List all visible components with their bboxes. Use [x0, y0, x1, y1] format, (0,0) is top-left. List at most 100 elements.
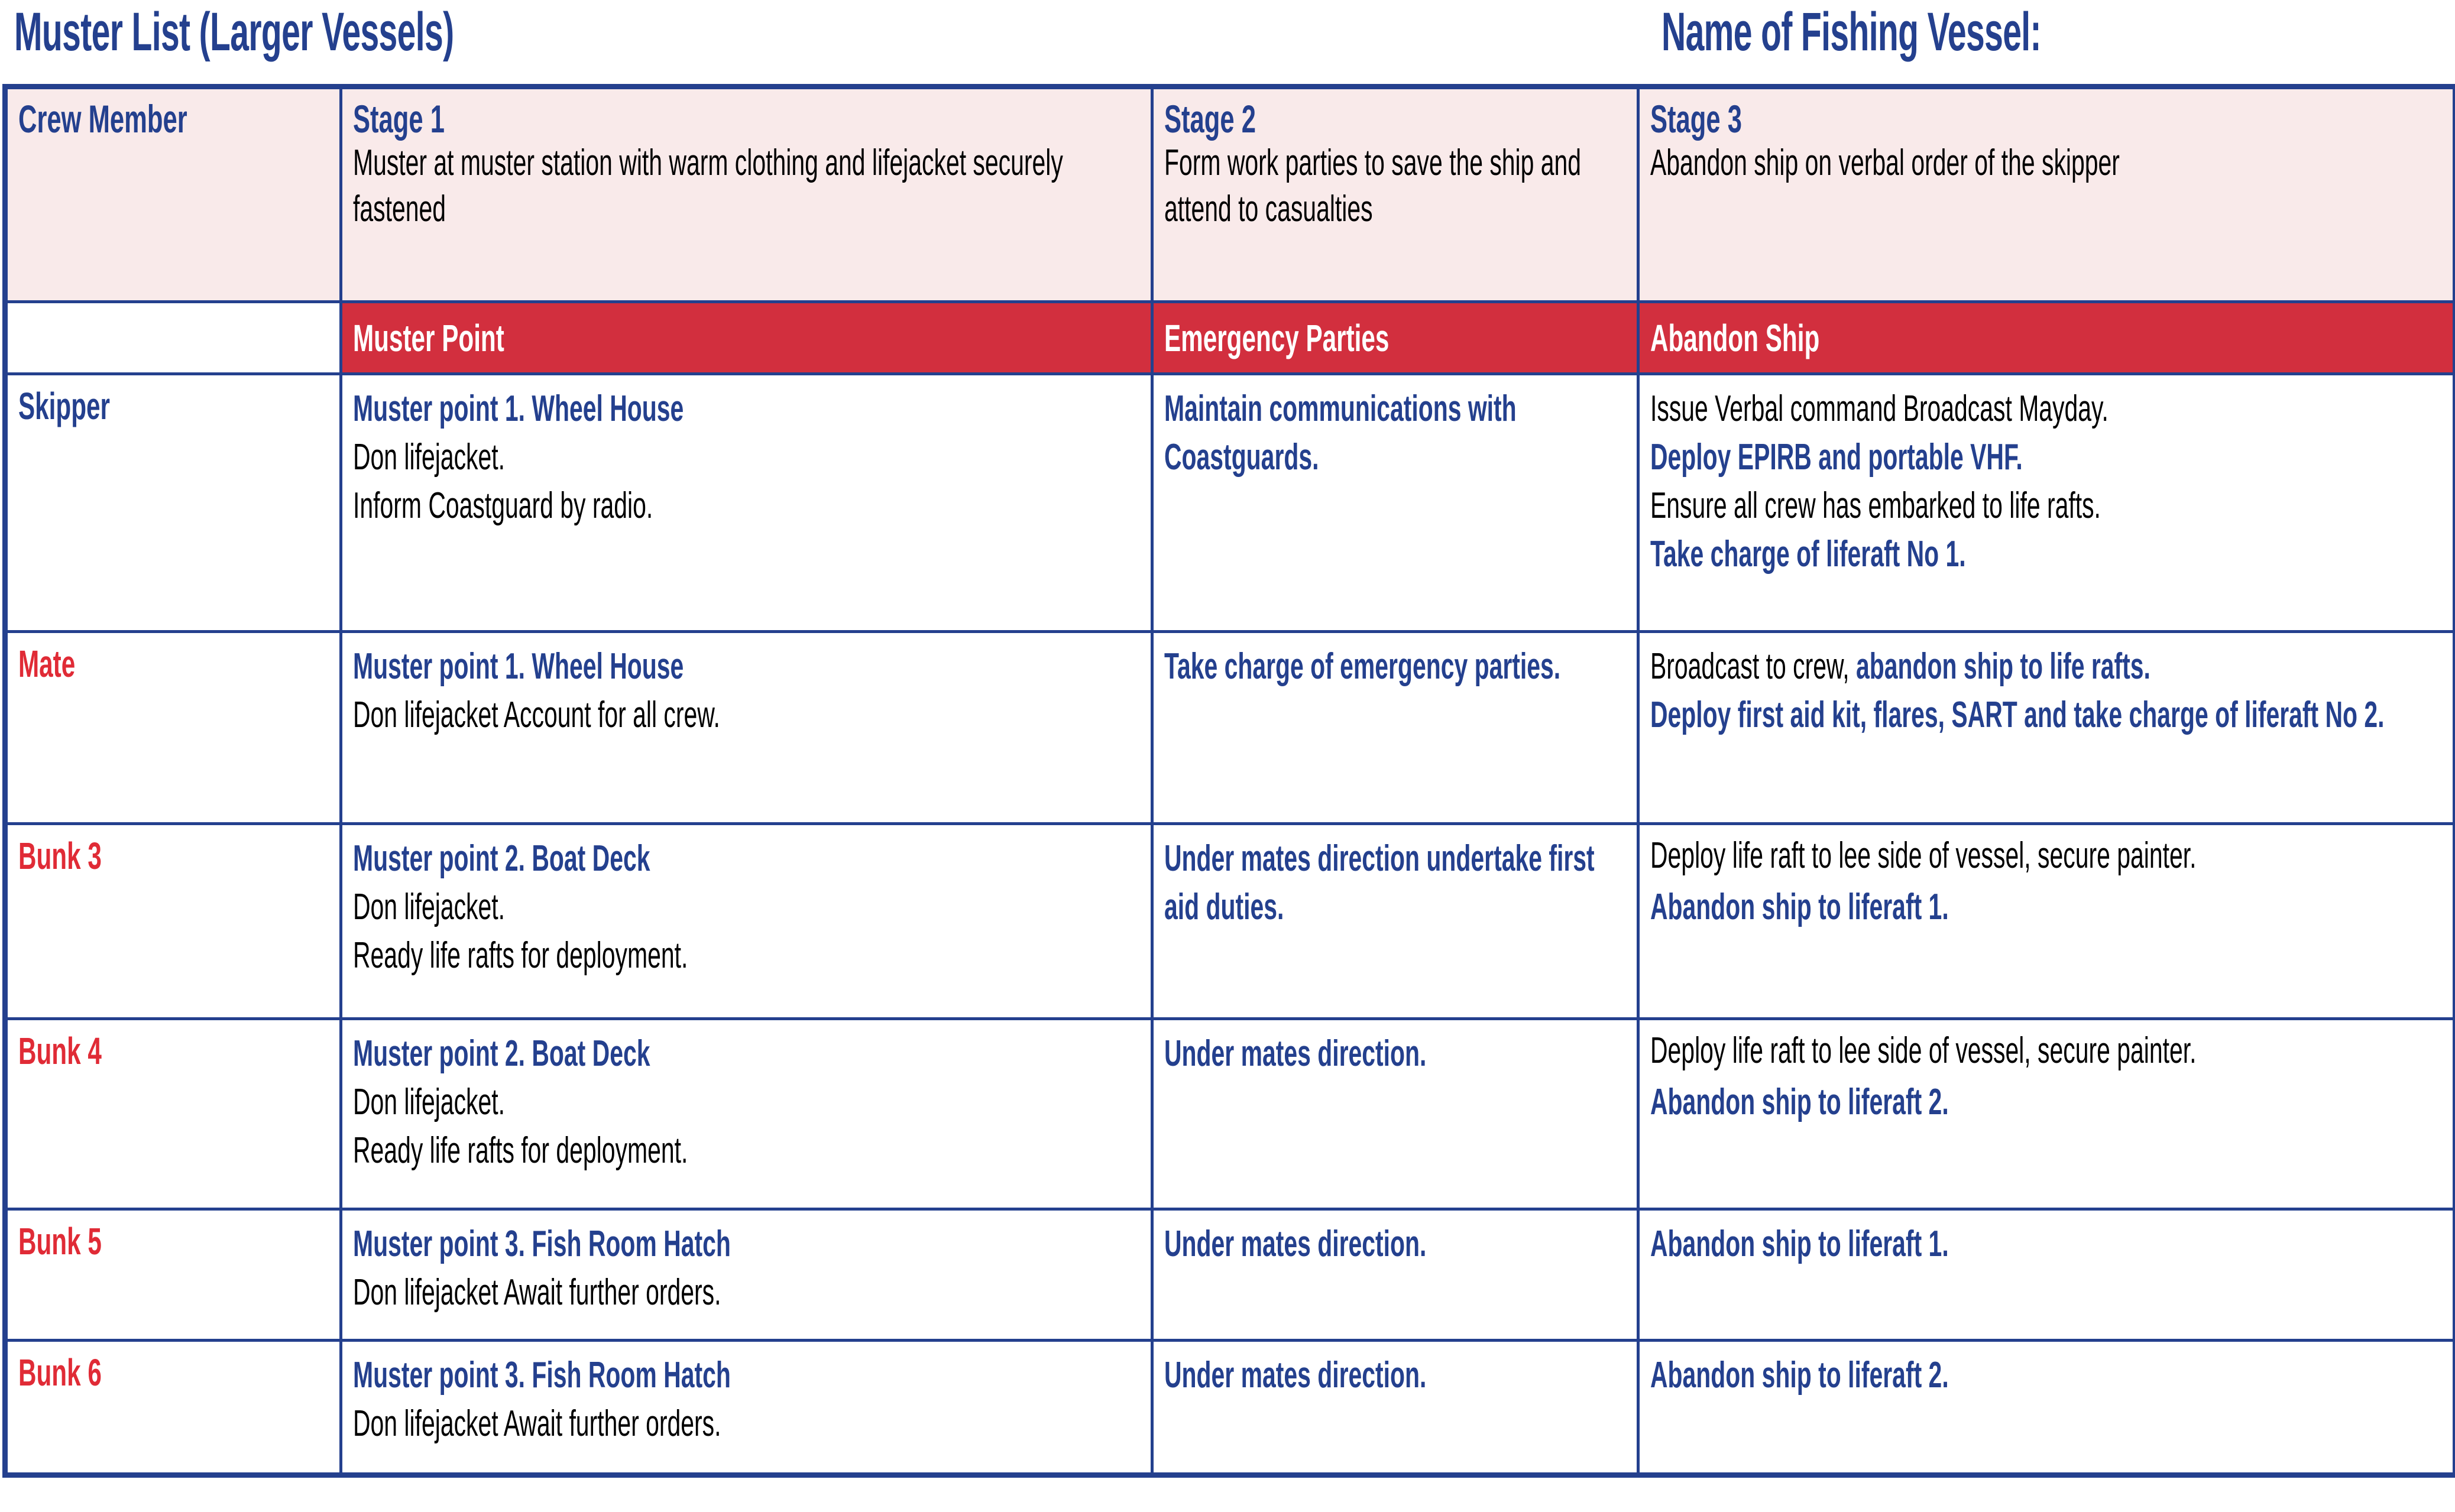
stage-1-line: Muster point 1. Wheel House	[353, 388, 684, 429]
stage-1-line: Muster point 1. Wheel House	[353, 646, 684, 687]
stage-1-line: Don lifejacket.	[353, 887, 506, 927]
stage-1-line: Don lifejacket.	[353, 1082, 506, 1122]
stage-3-line: Deploy life raft to lee side of vessel, …	[1650, 1030, 2197, 1071]
cell-stage-3: Broadcast to crew, abandon ship to life …	[1637, 630, 2455, 825]
stage-3-line: Broadcast to crew, abandon ship to life …	[1650, 643, 2444, 691]
cell-stage-3: Deploy life raft to lee side of vessel, …	[1637, 1017, 2455, 1211]
cell-crew-name: Bunk 3	[4, 822, 342, 1020]
cell-stage-1: Muster point 2. Boat Deck Don lifejacket…	[339, 1017, 1154, 1211]
stage-3-line: Take charge of liferaft No 1.	[1650, 534, 1966, 575]
cell-stage-2: Maintain communications with Coastguards…	[1151, 372, 1640, 633]
header-cell-stage-1: Stage 1 Muster at muster station with wa…	[339, 85, 1154, 303]
stage-1-content: Muster point 2. Boat Deck Don lifejacket…	[353, 835, 1142, 980]
cell-stage-3: Issue Verbal command Broadcast Mayday. D…	[1637, 372, 2455, 633]
stage-1-content: Muster point 3. Fish Room Hatch Don life…	[353, 1351, 1142, 1448]
stage-2-line: Under mates direction.	[1164, 1224, 1427, 1264]
cell-stage-1: Muster point 1. Wheel House Don lifejack…	[339, 372, 1154, 633]
stage-3-content: Deploy life raft to lee side of vessel, …	[1650, 835, 2444, 932]
stage-3-plain-part: Broadcast to crew,	[1650, 646, 1856, 687]
table-row: Mate Muster point 1. Wheel House Don lif…	[4, 630, 2455, 825]
stage-3-line: Abandon ship to liferaft 1.	[1650, 887, 1949, 927]
cell-stage-3: Deploy life raft to lee side of vessel, …	[1637, 822, 2455, 1020]
header-label-crew-member: Crew Member	[18, 97, 187, 141]
crew-name-label: Bunk 6	[18, 1351, 102, 1394]
stage-3-content: Broadcast to crew, abandon ship to life …	[1650, 643, 2444, 739]
stage-2-content: Under mates direction.	[1164, 1351, 1628, 1400]
stage-1-content: Muster point 1. Wheel House Don lifejack…	[353, 643, 1142, 739]
header-label-stage-3: Stage 3	[1650, 97, 1742, 141]
stage-2-content: Under mates direction undertake first ai…	[1164, 835, 1628, 932]
header-label-stage-2: Stage 2	[1164, 97, 1256, 141]
cell-stage-1: Muster point 1. Wheel House Don lifejack…	[339, 630, 1154, 825]
header-cell-stage-3: Stage 3 Abandon ship on verbal order of …	[1637, 85, 2455, 303]
title-bar: Muster List (Larger Vessels) Name of Fis…	[0, 0, 2455, 84]
stage-2-line: Under mates direction.	[1164, 1033, 1427, 1074]
header-desc-stage-2: Form work parties to save the ship and a…	[1164, 142, 1582, 229]
stage-1-line: Don lifejacket Account for all crew.	[353, 695, 720, 735]
cell-crew-name: Bunk 5	[4, 1208, 342, 1342]
cell-stage-2: Under mates direction undertake first ai…	[1151, 822, 1640, 1020]
stage-3-line: Abandon ship to liferaft 1.	[1650, 1224, 1949, 1264]
cell-stage-2: Under mates direction.	[1151, 1339, 1640, 1477]
stage-3-content: Issue Verbal command Broadcast Mayday. D…	[1650, 385, 2444, 579]
stage-1-line: Ready life rafts for deployment.	[353, 1130, 688, 1171]
banner-cell-emergency-parties: Emergency Parties	[1151, 300, 1640, 375]
stage-1-line: Muster point 2. Boat Deck	[353, 838, 650, 879]
stage-2-line: Under mates direction.	[1164, 1355, 1427, 1396]
stage-3-line: Abandon ship to liferaft 2.	[1650, 1355, 1949, 1396]
stage-1-content: Muster point 3. Fish Room Hatch Don life…	[353, 1220, 1142, 1317]
stage-3-line: Issue Verbal command Broadcast Mayday.	[1650, 388, 2109, 429]
table-banner-row: Muster Point Emergency Parties Abandon S…	[4, 300, 2455, 375]
header-cell-stage-2: Stage 2 Form work parties to save the sh…	[1151, 85, 1640, 303]
stage-2-content: Maintain communications with Coastguards…	[1164, 385, 1628, 482]
crew-name-label: Bunk 3	[18, 835, 102, 877]
header-desc-stage-1-wrap: Muster at muster station with warm cloth…	[353, 140, 1142, 232]
crew-name-label: Mate	[18, 643, 76, 685]
cell-stage-1: Muster point 3. Fish Room Hatch Don life…	[339, 1208, 1154, 1342]
cell-crew-name: Mate	[4, 630, 342, 825]
stage-1-line: Don lifejacket.	[353, 437, 506, 478]
banner-cell-abandon-ship: Abandon Ship	[1637, 300, 2455, 375]
cell-stage-3: Abandon ship to liferaft 1.	[1637, 1208, 2455, 1342]
stage-1-line: Muster point 3. Fish Room Hatch	[353, 1355, 731, 1396]
header-label-stage-1: Stage 1	[353, 97, 445, 141]
stage-2-line: Take charge of emergency parties.	[1164, 646, 1561, 687]
cell-stage-1: Muster point 3. Fish Room Hatch Don life…	[339, 1339, 1154, 1477]
stage-3-line: Deploy life raft to lee side of vessel, …	[1650, 835, 2197, 876]
header-desc-stage-3-wrap: Abandon ship on verbal order of the skip…	[1650, 140, 2444, 186]
table-row: Bunk 6 Muster point 3. Fish Room Hatch D…	[4, 1339, 2455, 1477]
cell-stage-1: Muster point 2. Boat Deck Don lifejacket…	[339, 822, 1154, 1020]
table-row: Bunk 4 Muster point 2. Boat Deck Don lif…	[4, 1017, 2455, 1211]
stage-3-content: Abandon ship to liferaft 1.	[1650, 1220, 2444, 1268]
stage-2-line: Maintain communications with Coastguards…	[1164, 388, 1517, 478]
stage-3-content: Abandon ship to liferaft 2.	[1650, 1351, 2444, 1400]
table-header-row: Crew Member Stage 1 Muster at muster sta…	[4, 85, 2455, 303]
banner-label-muster-point: Muster Point	[353, 316, 504, 359]
banner-label-emergency-parties: Emergency Parties	[1164, 316, 1390, 359]
header-desc-stage-1: Muster at muster station with warm cloth…	[353, 142, 1063, 229]
muster-table: Crew Member Stage 1 Muster at muster sta…	[2, 84, 2455, 1478]
stage-2-content: Under mates direction.	[1164, 1030, 1628, 1078]
table-row: Bunk 5 Muster point 3. Fish Room Hatch D…	[4, 1208, 2455, 1342]
stage-2-content: Take charge of emergency parties.	[1164, 643, 1628, 691]
page-title-left: Muster List (Larger Vessels)	[14, 2, 454, 62]
stage-3-line: Deploy EPIRB and portable VHF.	[1650, 437, 2023, 478]
stage-1-line: Don lifejacket Await further orders.	[353, 1403, 721, 1444]
stage-2-line: Under mates direction undertake first ai…	[1164, 838, 1595, 927]
cell-stage-2: Under mates direction.	[1151, 1208, 1640, 1342]
stage-1-line: Inform Coastguard by radio.	[353, 485, 653, 526]
cell-stage-2: Under mates direction.	[1151, 1017, 1640, 1211]
header-cell-crew-member: Crew Member	[4, 85, 342, 303]
cell-stage-3: Abandon ship to liferaft 2.	[1637, 1339, 2455, 1477]
stage-1-line: Muster point 2. Boat Deck	[353, 1033, 650, 1074]
muster-list-page: Muster List (Larger Vessels) Name of Fis…	[0, 0, 2455, 1512]
stage-2-content: Under mates direction.	[1164, 1220, 1628, 1268]
cell-stage-2: Take charge of emergency parties.	[1151, 630, 1640, 825]
crew-name-label: Bunk 5	[18, 1220, 102, 1263]
stage-1-content: Muster point 2. Boat Deck Don lifejacket…	[353, 1030, 1142, 1175]
cell-crew-name: Bunk 6	[4, 1339, 342, 1477]
table-row: Bunk 3 Muster point 2. Boat Deck Don lif…	[4, 822, 2455, 1020]
stage-1-line: Don lifejacket Await further orders.	[353, 1272, 721, 1313]
banner-cell-blank	[4, 300, 342, 375]
page-title-right: Name of Fishing Vessel:	[1662, 2, 2042, 62]
